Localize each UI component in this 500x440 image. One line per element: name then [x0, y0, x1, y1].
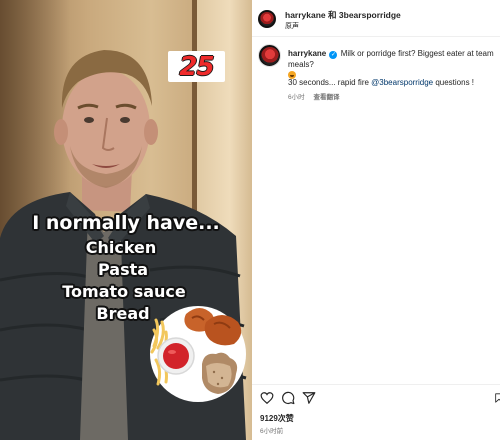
collab-connector: 和	[328, 10, 337, 20]
like-count[interactable]: 9129次赞	[260, 413, 294, 424]
bookmark-icon[interactable]	[494, 391, 500, 405]
post-header: harrykane 和 3bearsporridge 原声	[252, 0, 500, 37]
see-translation-link[interactable]: 查看翻译	[313, 94, 339, 101]
verified-badge-icon: ✓	[329, 51, 338, 59]
mention-link[interactable]: @3bearsporridge	[371, 78, 433, 87]
video-caption-item: Tomato sauce	[62, 282, 186, 301]
post-panel: harrykane 和 3bearsporridge 原声 harrykane …	[252, 0, 500, 440]
video-caption-item: Pasta	[97, 260, 149, 279]
food-plate-illustration	[150, 306, 246, 402]
caption-username[interactable]: harrykane	[288, 49, 326, 58]
video-caption-item: Chicken	[85, 238, 157, 257]
badge-number: 25	[179, 51, 214, 82]
comment-icon[interactable]	[281, 391, 295, 405]
post-timestamp[interactable]: 6小时前	[260, 425, 283, 435]
share-icon[interactable]	[302, 391, 316, 405]
avatar[interactable]	[258, 10, 276, 28]
caption-text: harrykane ✓ Milk or porridge first? Bigg…	[288, 48, 496, 81]
username-link[interactable]: harrykane	[285, 10, 326, 20]
audio-label[interactable]: 原声	[285, 21, 299, 31]
video-caption-heading: I normally have...	[32, 212, 220, 234]
post-author-line: harrykane 和 3bearsporridge	[285, 9, 401, 21]
caption-line2-suffix: questions !	[433, 78, 475, 87]
caption-line-2: 30 seconds... rapid fire @3bearsporridge…	[288, 78, 474, 87]
caption-time: 6小时	[288, 94, 305, 101]
collaborator-link[interactable]: 3bearsporridge	[339, 10, 401, 20]
heart-icon[interactable]	[260, 391, 274, 405]
caption-line2-prefix: 30 seconds... rapid fire	[288, 78, 372, 87]
action-bar	[252, 384, 500, 408]
post-media[interactable]: 25 I normally have... Chicken Pasta Toma…	[0, 0, 252, 440]
caption-meta: 6小时 查看翻译	[288, 91, 339, 101]
number-badge: 25	[168, 51, 225, 82]
caption-avatar[interactable]	[258, 44, 281, 67]
